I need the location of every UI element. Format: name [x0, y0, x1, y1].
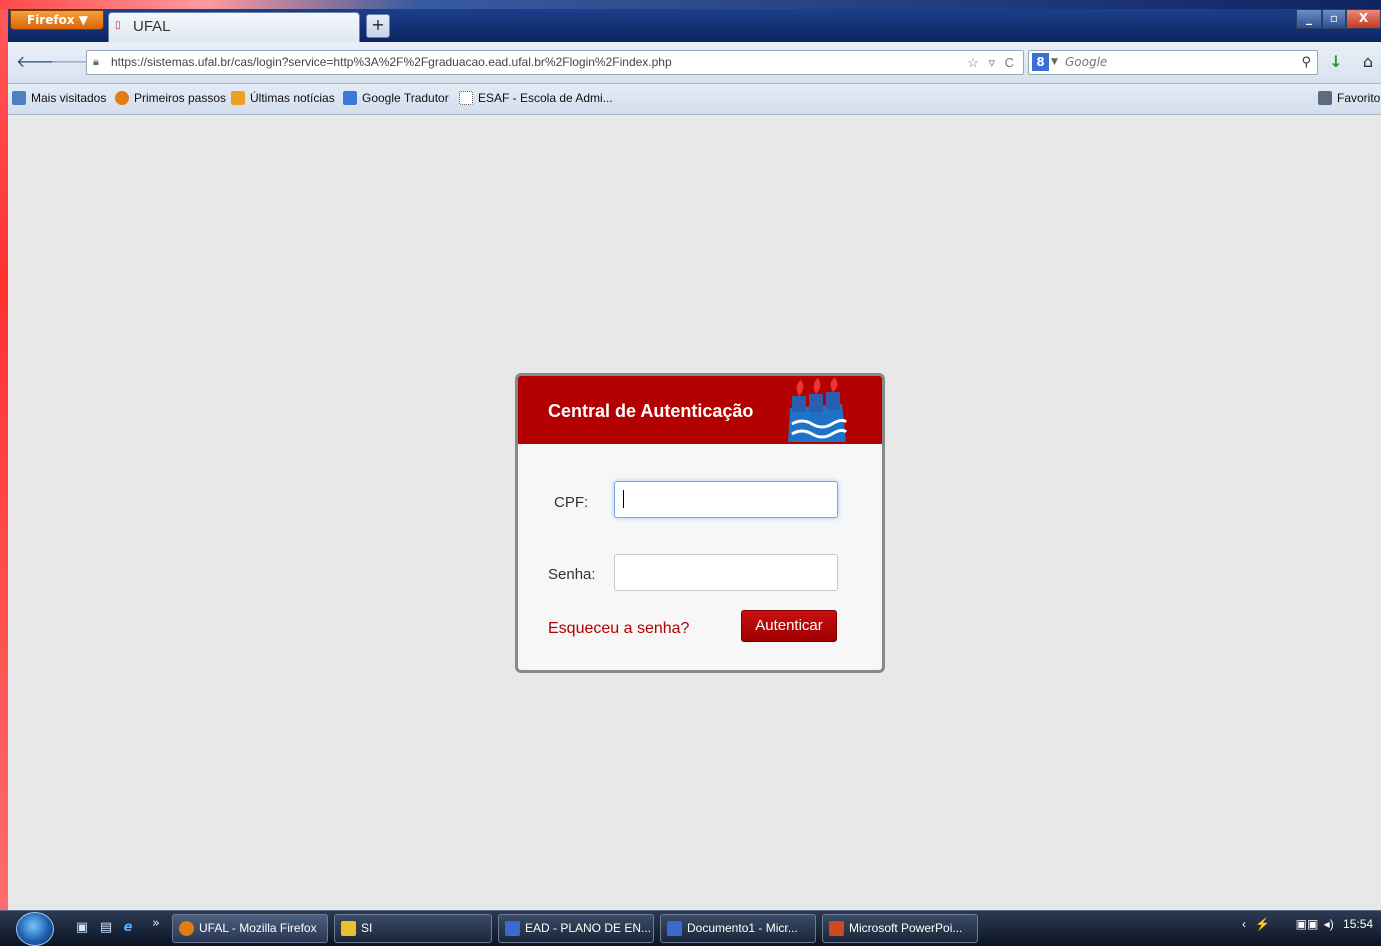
favorites-icon — [1318, 91, 1332, 105]
bookmark-esaf[interactable]: ESAF - Escola de Admi... — [459, 91, 613, 105]
overflow-chevron-icon[interactable]: » — [148, 916, 164, 932]
word-icon — [505, 921, 520, 936]
favorites-button[interactable]: Favorito — [1318, 91, 1380, 105]
taskbar-item-documento1[interactable]: Documento1 - Micr... — [660, 914, 816, 943]
powerpoint-icon — [829, 921, 844, 936]
taskbar-item-si[interactable]: SI — [334, 914, 492, 943]
folder-icon — [341, 921, 356, 936]
start-button[interactable] — [16, 912, 54, 946]
system-tray: ‹ ⚡ ▣▣ ◂) 15:54 — [1242, 917, 1373, 931]
search-icon[interactable]: ⚲ — [1301, 51, 1311, 74]
word-icon — [667, 921, 682, 936]
firefox-menu-button[interactable]: Firefox ▼ — [10, 10, 104, 30]
internet-explorer-icon[interactable]: e — [120, 920, 136, 936]
home-icon[interactable]: ⌂ — [1358, 52, 1378, 72]
ufal-favicon-icon: ▯ — [115, 20, 121, 31]
bookmarks-toolbar: Mais visitados Primeiros passos Últimas … — [8, 84, 1381, 115]
search-placeholder: Google — [1065, 55, 1108, 69]
cpf-label: CPF: — [554, 494, 589, 511]
chevron-down-icon[interactable]: ▼ — [1051, 51, 1058, 74]
firefox-icon — [115, 91, 129, 105]
lock-icon: 🔒︎ — [93, 56, 99, 68]
taskbar-item-ead-plano[interactable]: EAD - PLANO DE EN... — [498, 914, 654, 943]
tray-icons[interactable]: ▣▣ — [1296, 917, 1319, 931]
favorites-label: Favorito — [1337, 91, 1381, 105]
minimize-button[interactable]: _ — [1296, 9, 1322, 29]
bookmark-mais-visitados[interactable]: Mais visitados — [12, 91, 106, 105]
bookmark-label: Google Tradutor — [362, 91, 449, 105]
taskbar: ▣ ▤ e » UFAL - Mozilla Firefox SI EAD - … — [0, 910, 1381, 946]
maximize-button[interactable]: ▫ — [1322, 9, 1346, 29]
login-panel: Central de Autenticação CPF: Senha: Esqu… — [515, 373, 885, 673]
taskbar-item-label: SI — [361, 921, 373, 935]
rss-icon — [231, 91, 245, 105]
senha-input[interactable] — [614, 554, 838, 591]
taskbar-item-label: Documento1 - Micr... — [687, 921, 798, 935]
url-tools[interactable]: ☆ ▿ C — [967, 51, 1017, 74]
page-icon — [12, 91, 26, 105]
url-text: https://sistemas.ufal.br/cas/login?servi… — [111, 55, 672, 69]
bookmark-label: Primeiros passos — [134, 91, 227, 105]
firefox-icon — [179, 921, 194, 936]
close-button[interactable]: X — [1346, 9, 1381, 29]
forward-arrow-icon[interactable]: 🡒 — [50, 52, 93, 72]
bookmark-primeiros-passos[interactable]: Primeiros passos — [115, 91, 226, 105]
download-icon[interactable]: ↓ — [1326, 52, 1346, 72]
senha-label: Senha: — [548, 566, 596, 583]
ufal-crest-logo — [788, 378, 848, 442]
network-icon[interactable]: ⚡ — [1255, 917, 1270, 931]
desktop-edge — [0, 0, 8, 946]
bookmark-label: ESAF - Escola de Admi... — [478, 91, 613, 105]
taskbar-item-label: UFAL - Mozilla Firefox — [199, 921, 317, 935]
login-title: Central de Autenticação — [548, 401, 754, 421]
authenticate-button[interactable]: Autenticar — [741, 610, 837, 642]
switch-windows-icon[interactable]: ▤ — [98, 920, 114, 936]
volume-icon[interactable]: ◂) — [1324, 917, 1334, 931]
taskbar-item-powerpoint[interactable]: Microsoft PowerPoi... — [822, 914, 978, 943]
cpf-input[interactable] — [614, 481, 838, 518]
bookmark-google-tradutor[interactable]: Google Tradutor — [343, 91, 449, 105]
bookmark-label: Mais visitados — [31, 91, 107, 105]
tab-title: UFAL — [133, 18, 171, 35]
address-bar[interactable]: 🔒︎ https://sistemas.ufal.br/cas/login?se… — [86, 50, 1024, 75]
bookmark-ultimas-noticias[interactable]: Últimas notícias — [231, 91, 335, 105]
back-arrow-icon[interactable]: 🡐 — [16, 52, 59, 72]
translate-icon — [343, 91, 357, 105]
taskbar-item-firefox[interactable]: UFAL - Mozilla Firefox — [172, 914, 328, 943]
google-engine-icon[interactable]: 8 — [1032, 53, 1049, 71]
window-top-edge — [0, 0, 1381, 9]
taskbar-item-label: Microsoft PowerPoi... — [849, 921, 963, 935]
tab-ufal[interactable]: ▯ UFAL — [108, 12, 360, 42]
search-box[interactable]: 8 ▼ Google ⚲ — [1028, 50, 1318, 75]
show-desktop-icon[interactable]: ▣ — [74, 920, 90, 936]
text-caret — [623, 490, 624, 508]
bookmark-label: Últimas notícias — [250, 91, 335, 105]
taskbar-item-label: EAD - PLANO DE EN... — [525, 921, 652, 935]
clock[interactable]: 15:54 — [1343, 917, 1373, 931]
login-header: Central de Autenticação — [518, 376, 882, 444]
dotted-page-icon — [459, 91, 473, 105]
forgot-password-link[interactable]: Esqueceu a senha? — [548, 620, 689, 638]
tray-expand-icon[interactable]: ‹ — [1242, 917, 1246, 931]
new-tab-button[interactable]: + — [366, 14, 390, 38]
